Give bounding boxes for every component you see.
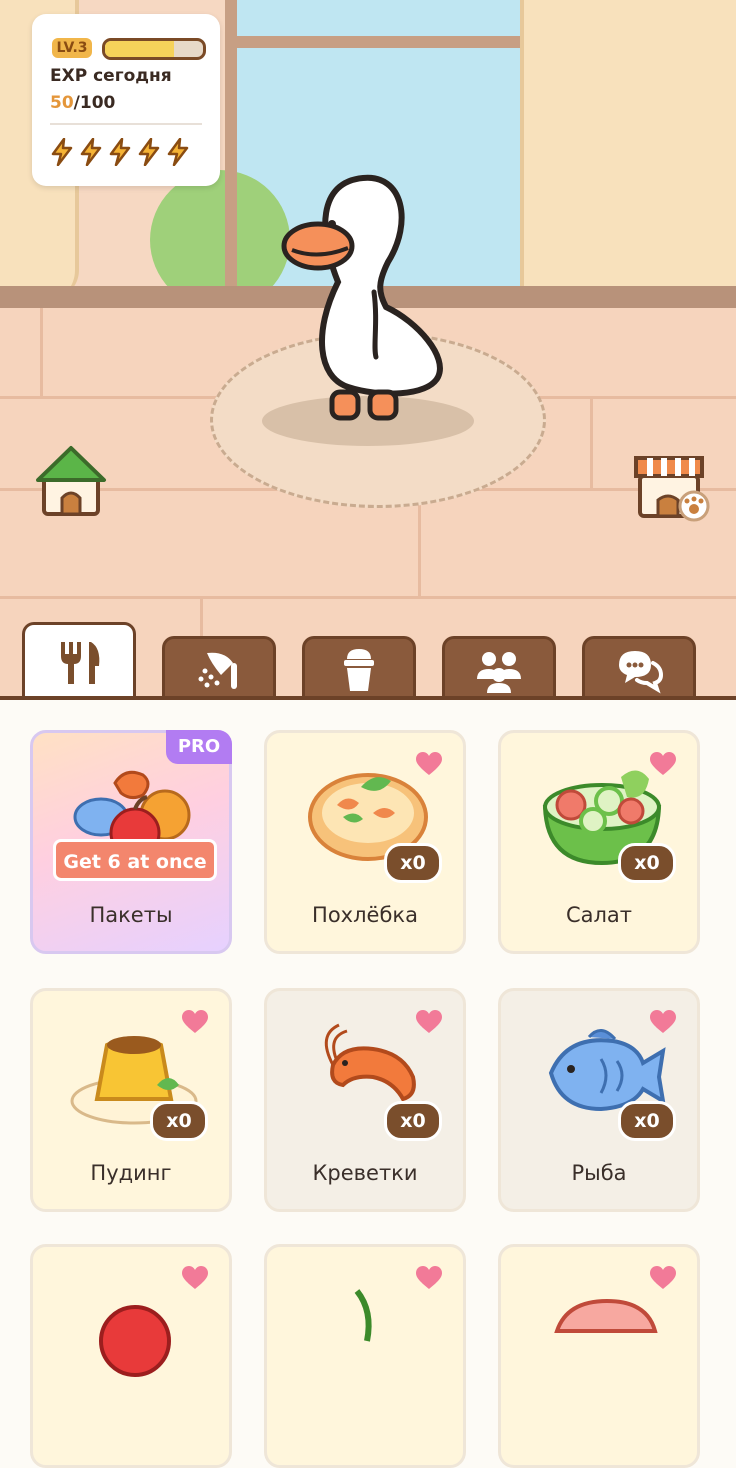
tab-bath[interactable] [162, 636, 276, 701]
item-count: x0 [384, 1101, 442, 1141]
tab-drinks[interactable] [302, 636, 416, 701]
item-card-packs[interactable]: PRO Get 6 at once Пакеты [30, 730, 232, 954]
level-badge: LV.3 [52, 38, 92, 58]
item-card-pudding[interactable]: x0 Пудинг [30, 988, 232, 1212]
shrimp-icon [554, 1298, 658, 1333]
bolt-icon [138, 138, 160, 166]
bolt-icon [51, 138, 73, 166]
item-label: Салат [565, 903, 633, 927]
item-label: Пакеты [89, 903, 173, 927]
shower-icon [198, 652, 237, 689]
item-card-partial[interactable] [498, 1244, 700, 1468]
item-card-partial[interactable] [30, 1244, 232, 1468]
level-progress-fill [105, 41, 174, 57]
duck-pet[interactable] [278, 172, 458, 432]
item-label: Рыба [571, 1161, 627, 1185]
item-label: Креветки [312, 1161, 418, 1185]
item-count: x0 [150, 1101, 208, 1141]
item-count: x0 [384, 843, 442, 883]
item-label: Похлёбка [312, 903, 418, 927]
friends-icon [477, 652, 521, 693]
house-icon[interactable] [34, 442, 108, 518]
tab-friends[interactable] [442, 636, 556, 701]
item-count: x0 [618, 843, 676, 883]
item-card-partial[interactable] [264, 1244, 466, 1468]
exp-current: 50 [50, 93, 74, 113]
item-card-salad[interactable]: x0 Салат [498, 730, 700, 954]
cup-icon [344, 649, 374, 691]
exp-values: 50/100 [50, 93, 115, 113]
game-scene: LV.3 EXP сегодня 50/100 [0, 0, 736, 700]
bundle-ribbon: Get 6 at once [53, 839, 217, 881]
exp-title: EXP сегодня [50, 66, 172, 86]
bolt-icon [80, 138, 102, 166]
tab-food[interactable] [22, 622, 136, 701]
exp-max: /100 [73, 93, 116, 113]
item-count: x0 [618, 1101, 676, 1141]
window-frame-bar [230, 36, 520, 48]
bolt-icon [167, 138, 189, 166]
energy-bolts [50, 138, 190, 166]
tab-chat[interactable] [582, 636, 696, 701]
chat-icon [619, 651, 664, 694]
category-tabs [0, 620, 736, 701]
food-grid: PRO Get 6 at once Пакеты x0 Похлёбка x0 … [0, 700, 736, 1468]
fork-knife-icon [61, 642, 100, 684]
item-card-stew[interactable]: x0 Похлёбка [264, 730, 466, 954]
leaf-icon [354, 1289, 372, 1342]
item-card-shrimp[interactable]: x0 Креветки [264, 988, 466, 1212]
divider [50, 123, 202, 125]
exp-card[interactable]: LV.3 EXP сегодня 50/100 [32, 14, 220, 186]
apple-icon [99, 1305, 171, 1377]
shop-icon[interactable] [632, 448, 712, 522]
item-label: Пудинг [90, 1161, 172, 1185]
item-card-fish[interactable]: x0 Рыба [498, 988, 700, 1212]
bolt-icon [109, 138, 131, 166]
level-progress-bar [102, 38, 206, 60]
